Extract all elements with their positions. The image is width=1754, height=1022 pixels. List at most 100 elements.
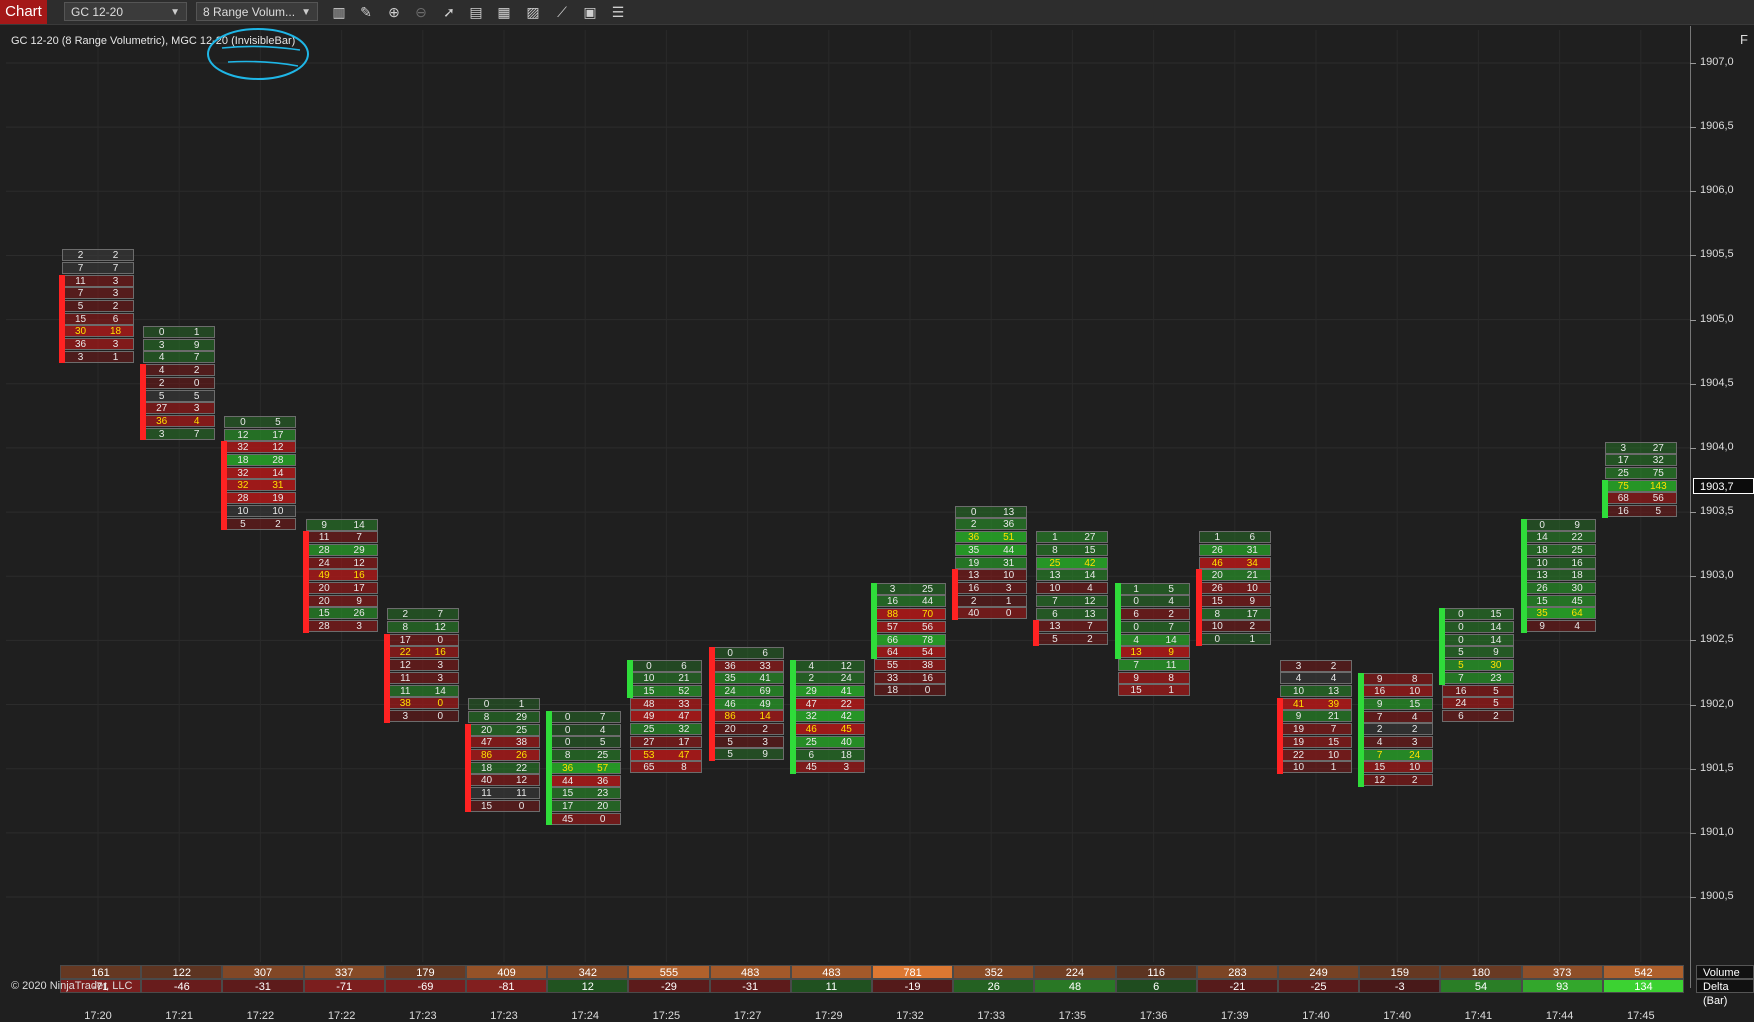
bid-volume: 3 xyxy=(77,351,84,363)
footprint-row: 13 7 xyxy=(1036,620,1109,633)
volume-cell: 555 xyxy=(628,965,710,979)
bid-volume: 32 xyxy=(237,480,249,492)
ask-volume: 2 xyxy=(1330,660,1337,672)
bid-volume: 44 xyxy=(562,775,574,787)
bid-volume: 11 xyxy=(75,275,86,287)
footprint-row: 24 12 xyxy=(305,556,378,569)
delta-cell: -25 xyxy=(1278,979,1360,993)
bid-volume: 20 xyxy=(724,724,736,736)
footprint-row: 35 41 xyxy=(711,672,784,685)
footprint-row: 11 7 xyxy=(305,531,378,544)
ask-volume: 10 xyxy=(1409,686,1421,698)
ask-volume: 15 xyxy=(1327,736,1340,748)
ask-volume: 1 xyxy=(112,351,119,363)
ask-volume: 12 xyxy=(353,557,365,569)
ask-volume: 18 xyxy=(1571,570,1583,582)
bid-volume: 57 xyxy=(886,621,899,633)
bid-volume: 46 xyxy=(805,724,817,736)
footprint-row: 8 12 xyxy=(386,621,459,634)
ask-volume: 16 xyxy=(921,672,934,684)
ask-volume: 14 xyxy=(1490,622,1502,634)
delta-cell: -19 xyxy=(872,979,954,993)
bid-volume: 29 xyxy=(805,686,817,698)
bid-volume: 19 xyxy=(968,557,980,569)
bid-volume: 9 xyxy=(1376,673,1383,685)
footprint-row: 0 14 xyxy=(1442,621,1515,634)
ask-volume: 13 xyxy=(1084,608,1096,620)
ask-volume: 5 xyxy=(1493,698,1499,710)
price-tick-mark xyxy=(1690,704,1696,706)
footprint-row: 44 xyxy=(1280,672,1352,685)
ask-volume: 3 xyxy=(437,672,444,684)
footprint-row: 13 18 xyxy=(1523,569,1596,582)
footprint-row: 11 3 xyxy=(386,671,459,684)
footprint-row: 04 xyxy=(549,723,622,736)
footprint-row: 47 22 xyxy=(792,697,865,710)
footprint-row: 9 14 xyxy=(305,518,378,531)
ask-volume: 3 xyxy=(762,736,768,748)
bid-volume: 47 xyxy=(480,737,493,749)
f-button[interactable]: F xyxy=(1736,32,1752,48)
ask-volume: 12 xyxy=(272,442,284,454)
ask-volume: 30 xyxy=(1571,583,1583,595)
time-tick-label: 17:32 xyxy=(896,1010,924,1022)
ask-volume: 45 xyxy=(840,724,852,736)
bid-volume: 0 xyxy=(1133,596,1139,608)
delta-cell: -31 xyxy=(222,979,304,993)
ask-volume: 42 xyxy=(840,711,852,723)
footprint-row: 57 56 xyxy=(874,620,946,633)
ask-volume: 6 xyxy=(681,660,687,672)
footprint-row: 18 28 xyxy=(224,454,297,466)
footprint-row: 11 3 xyxy=(62,274,134,287)
bid-volume: 10 xyxy=(1211,621,1223,633)
candle-body-down xyxy=(383,633,390,723)
ask-volume: 4 xyxy=(193,415,200,427)
bid-volume: 17 xyxy=(1617,455,1629,467)
price-tick-mark xyxy=(1690,576,1696,578)
footprint-row: 36 57 xyxy=(549,761,622,774)
ask-volume: 64 xyxy=(1571,608,1583,620)
candle-body-up xyxy=(871,582,877,659)
bid-volume: 1 xyxy=(1214,532,1221,544)
ask-volume: 2 xyxy=(1411,775,1418,787)
bid-volume: 64 xyxy=(886,647,899,659)
ask-volume: 4 xyxy=(1087,583,1093,595)
candle-body-down xyxy=(465,723,471,813)
bid-volume: 9 xyxy=(1539,621,1545,633)
footprint-row: 12 2 xyxy=(1361,774,1434,787)
time-tick-label: 17:39 xyxy=(1221,1010,1249,1022)
time-tick-label: 17:35 xyxy=(1058,1010,1087,1022)
bid-volume: 30 xyxy=(74,326,87,338)
ask-volume: 0 xyxy=(193,377,200,389)
footprint-row: 30 18 xyxy=(62,325,134,338)
time-tick-label: 17:40 xyxy=(1302,1010,1330,1022)
footprint-row: 36 3 xyxy=(62,338,134,350)
bid-volume: 3 xyxy=(402,710,409,722)
price-tick-label: 1901,5 xyxy=(1700,761,1734,774)
bid-volume: 15 xyxy=(74,313,87,325)
hand-drawn-ellipse-annotation[interactable] xyxy=(0,0,320,90)
ask-volume: 25 xyxy=(921,583,934,595)
bid-volume: 25 xyxy=(1049,557,1061,569)
bid-volume: 1 xyxy=(1133,583,1139,595)
footprint-row: 39 xyxy=(143,338,216,351)
ask-volume: 42 xyxy=(1084,557,1096,569)
price-tick-mark xyxy=(1690,63,1696,64)
volume-cell: 342 xyxy=(547,965,629,979)
bid-volume: 47 xyxy=(805,698,817,710)
ask-volume: 12 xyxy=(434,622,446,634)
footprint-row: 9 15 xyxy=(1361,697,1434,710)
footprint-row: 20 2 xyxy=(711,723,784,736)
footprint-row: 32 xyxy=(1280,659,1352,672)
footprint-row: 31 xyxy=(62,350,134,363)
bid-volume: 0 xyxy=(970,506,977,518)
footprint-row: 8 17 xyxy=(1198,607,1271,620)
volume-cell: 307 xyxy=(222,965,304,979)
ask-volume: 7 xyxy=(599,712,606,724)
footprint-row: 36 51 xyxy=(955,531,1028,544)
ask-volume: 5 xyxy=(193,390,200,402)
copyright: © 2020 NinjaTrader, LLC xyxy=(11,980,133,992)
bid-volume: 27 xyxy=(156,403,168,415)
bid-volume: 4 xyxy=(158,365,165,377)
ask-volume: 0 xyxy=(437,698,444,710)
